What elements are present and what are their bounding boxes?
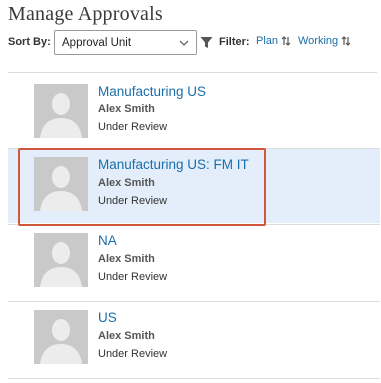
list-item[interactable]: Manufacturing US Alex Smith Under Review (8, 74, 380, 148)
sort-by-select[interactable]: Approval Unit (54, 30, 197, 55)
swap-icon (341, 36, 351, 46)
filter-chip-label: Plan (256, 35, 279, 47)
avatar (34, 157, 88, 211)
user-silhouette-icon (34, 157, 88, 211)
swap-icon (281, 36, 291, 46)
row-divider (8, 378, 380, 379)
header-divider (8, 72, 377, 73)
filter-chip-label: Working (298, 35, 339, 47)
page-title: Manage Approvals (8, 3, 163, 25)
toolbar: Sort By: Approval Unit Filter: Plan Work… (8, 30, 378, 56)
user-silhouette-icon (34, 310, 88, 364)
list-item[interactable]: NA Alex Smith Under Review (8, 225, 380, 299)
user-silhouette-icon (34, 84, 88, 138)
owner-name: Alex Smith (98, 330, 155, 342)
owner-name: Alex Smith (98, 177, 155, 189)
owner-name: Alex Smith (98, 103, 155, 115)
status-text: Under Review (98, 271, 168, 283)
owner-name: Alex Smith (98, 253, 155, 265)
avatar (34, 84, 88, 138)
filter-chip-plan[interactable]: Plan (256, 35, 291, 47)
filter-icon[interactable] (200, 36, 213, 49)
approval-unit-link[interactable]: Manufacturing US: FM IT (98, 157, 249, 172)
avatar (34, 233, 88, 287)
status-text: Under Review (98, 195, 168, 207)
approval-unit-link[interactable]: Manufacturing US (98, 84, 206, 99)
status-text: Under Review (98, 121, 168, 133)
approval-unit-link[interactable]: NA (98, 233, 117, 248)
list-item[interactable]: US Alex Smith Under Review (8, 302, 380, 376)
sort-by-value: Approval Unit (62, 37, 132, 49)
avatar (34, 310, 88, 364)
user-silhouette-icon (34, 233, 88, 287)
status-text: Under Review (98, 348, 168, 360)
chevron-down-icon (179, 40, 189, 46)
filter-chip-working[interactable]: Working (298, 35, 351, 47)
list-item-selected[interactable]: Manufacturing US: FM IT Alex Smith Under… (8, 149, 380, 223)
sort-by-label: Sort By: (8, 36, 51, 48)
filter-label: Filter: (219, 36, 250, 48)
approval-unit-link[interactable]: US (98, 310, 117, 325)
